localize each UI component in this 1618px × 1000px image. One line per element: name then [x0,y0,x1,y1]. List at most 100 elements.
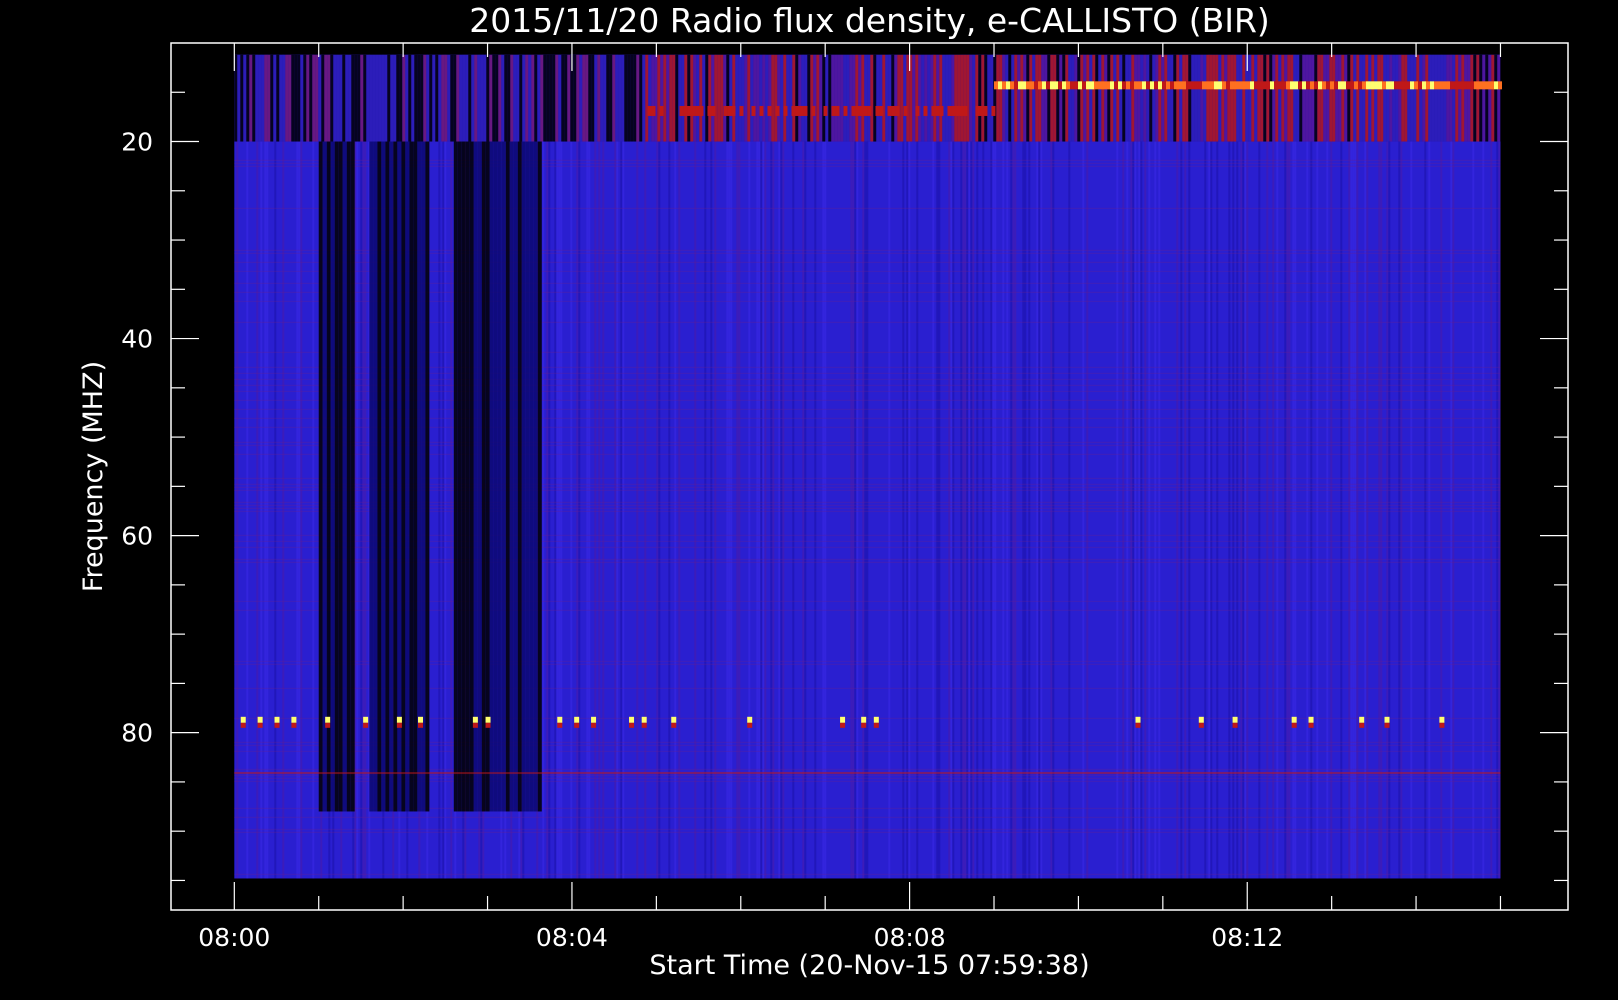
hot-band-cell [1370,81,1375,90]
top-band-cell [894,54,898,142]
noise-streak [1450,54,1453,879]
noise-streak [1038,54,1041,879]
noise-streak [450,54,453,879]
top-band-cell [1053,54,1057,142]
spike-mark [291,716,297,723]
top-band-cell [807,54,811,142]
noise-streak [1184,54,1187,879]
noise-streak [554,54,557,879]
top-band-cell [444,54,448,142]
burst-cell [991,105,996,116]
top-band-cell [1086,54,1090,142]
dark-column [509,141,514,812]
burst-cell [955,105,960,116]
noise-streak [802,54,805,879]
noise-streak [1204,54,1207,879]
hot-band-cell [1386,81,1391,90]
top-band-cell [1353,54,1357,142]
burst-cell [711,105,716,116]
hot-band-cell [1042,81,1047,90]
top-band-cell [630,54,634,142]
hot-band-cell [1134,81,1139,90]
top-band-cell [1158,54,1162,142]
burst-cell [767,105,772,116]
top-band-cell [660,54,664,142]
hot-band-cell [1122,81,1127,90]
spike-mark [873,716,879,723]
noise-streak [444,54,447,879]
top-band-cell [759,54,763,142]
hot-band-cell [1282,81,1287,90]
top-band-cell [852,54,856,142]
noise-streak [442,54,445,879]
top-band-cell [1293,54,1297,142]
hot-band-cell [1486,81,1491,90]
noise-streak [1052,54,1055,879]
hot-band-cell [1190,81,1195,90]
hot-band-cell [1262,81,1267,90]
noise-row [234,828,1501,830]
hot-band-cell [1442,81,1447,90]
burst-cell [931,105,936,116]
top-band-cell [1452,54,1456,142]
top-band-cell [246,54,250,142]
noise-streak [1340,54,1343,879]
top-band-cell [972,54,976,142]
hot-band-cell [1238,81,1243,90]
hot-band-cell [1410,81,1415,90]
hot-band-cell [1338,81,1343,90]
top-band-cell [1251,54,1255,142]
top-band-cell [945,54,949,142]
top-band-cell [363,54,367,142]
noise-streak [1002,54,1005,879]
top-band-cell [1305,54,1309,142]
top-band-cell [366,54,370,142]
noise-streak [1388,54,1391,879]
noise-streak [264,54,267,879]
top-band-cell [369,54,373,142]
top-band-cell [1317,54,1321,142]
top-band-cell [999,54,1003,142]
noise-streak [908,54,911,879]
dark-column [493,141,498,812]
noise-streak [576,54,579,879]
top-band-cell [1176,54,1180,142]
noise-streak [1140,54,1143,879]
dark-column [425,141,430,812]
spike-mark [557,716,563,723]
dark-column [330,141,335,812]
top-band-cell [1269,54,1273,142]
hot-band-cell [1466,81,1471,90]
top-band-cell [681,54,685,142]
top-band-cell [1281,54,1285,142]
noise-streak [824,54,827,879]
top-band-cell [513,54,517,142]
top-band-cell [1149,54,1153,142]
noise-streak [602,54,605,879]
top-band-cell [1494,54,1498,142]
burst-cell [979,105,984,116]
top-band-cell [990,54,994,142]
top-band-cell [1215,54,1219,142]
top-band-cell [564,54,568,142]
top-band-cell [1014,54,1018,142]
noise-streak [932,54,935,879]
top-band-cell [489,54,493,142]
top-band-cell [729,54,733,142]
noise-streak [360,54,363,879]
noise-streak [780,54,783,879]
top-band-cell [1071,54,1075,142]
noise-streak [814,54,817,879]
hot-band-cell [1350,81,1355,90]
noise-streak [976,54,979,879]
dark-column [505,141,510,812]
top-band-cell [522,54,526,142]
hot-band-cell [1142,81,1147,90]
x-tick-label: 08:08 [874,923,946,952]
dark-column [413,141,418,812]
noise-streak [756,54,759,879]
top-band-cell [1239,54,1243,142]
noise-streak [1294,54,1297,879]
top-band-cell [669,54,673,142]
top-band-cell [996,54,1000,142]
